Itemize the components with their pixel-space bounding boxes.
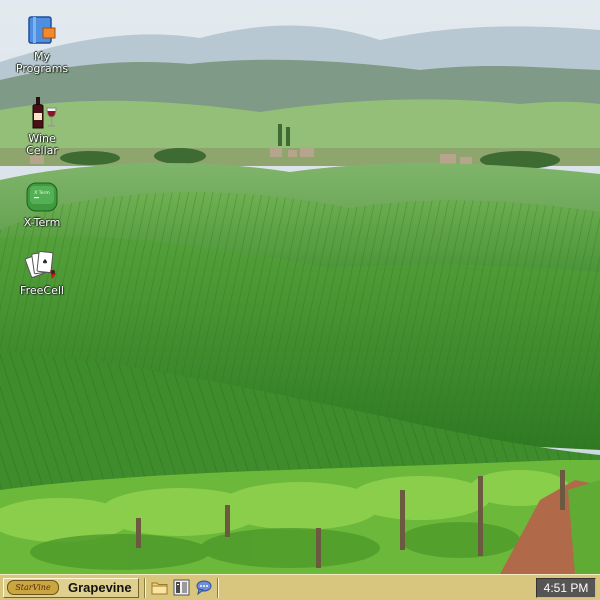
svg-text:♠: ♠ [42, 258, 48, 266]
start-button[interactable]: StarVine Grapevine [3, 577, 139, 598]
xterm-icon: X Term [25, 180, 59, 214]
task-list[interactable] [224, 578, 536, 598]
quick-launch [151, 579, 212, 596]
start-button-label: Grapevine [68, 580, 132, 595]
wine-bottle-glass-icon [25, 96, 59, 130]
taskbar-clock[interactable]: 4:51 PM [536, 577, 596, 598]
desktop-icon-label: My Programs [15, 50, 69, 75]
desktop-icon-freecell[interactable]: ♠ FreeCell [6, 248, 78, 297]
taskbar-separator [144, 577, 146, 598]
svg-text:X Term: X Term [34, 190, 49, 196]
desktop-wallpaper[interactable] [0, 0, 600, 574]
terminal-icon[interactable] [173, 579, 190, 596]
folder-icon[interactable] [151, 579, 168, 596]
start-logo: StarVine [7, 580, 59, 595]
desktop-icon-x-term[interactable]: X Term X-Term [6, 180, 78, 229]
programs-icon [25, 14, 59, 48]
desktop-icon-label: Wine Cellar [26, 132, 58, 157]
desktop-icon-label: FreeCell [20, 284, 64, 297]
playing-cards-icon: ♠ [24, 248, 59, 282]
desktop-icon-wine-cellar[interactable]: Wine Cellar [6, 96, 78, 157]
chat-icon[interactable] [195, 579, 212, 596]
desktop-icon-my-programs[interactable]: My Programs [6, 14, 78, 75]
taskbar-separator [217, 577, 219, 598]
desktop-icon-label: X-Term [23, 216, 61, 229]
vineyard-landscape [0, 0, 600, 574]
taskbar: StarVine Grapevine 4:51 PM [0, 574, 600, 600]
